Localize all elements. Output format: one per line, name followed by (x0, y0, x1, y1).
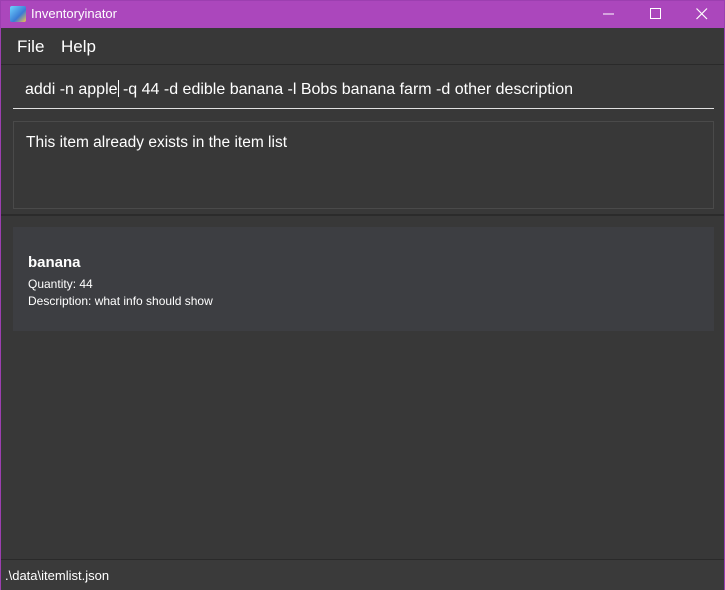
item-quantity: Quantity: 44 (28, 277, 93, 291)
item-description: Description: what info should show (28, 294, 213, 308)
app-window: Inventoryinator File Help addi -n apple … (0, 0, 725, 590)
app-icon (10, 6, 26, 22)
title-bar[interactable]: Inventoryinator (1, 1, 724, 28)
menu-file[interactable]: File (17, 37, 44, 57)
command-text-before-caret: addi -n apple (25, 81, 118, 98)
command-text: addi -n apple -q 44 -d edible banana -l … (25, 80, 573, 99)
list-item[interactable]: banana Quantity: 44 Description: what in… (13, 227, 714, 331)
item-name: banana (28, 254, 81, 271)
minimize-button[interactable] (586, 1, 632, 28)
close-button[interactable] (679, 1, 725, 28)
status-bar: .\data\itemlist.json (1, 559, 724, 590)
command-input[interactable]: addi -n apple -q 44 -d edible banana -l … (13, 74, 714, 109)
item-list[interactable]: banana Quantity: 44 Description: what in… (1, 216, 724, 559)
maximize-icon (650, 8, 661, 19)
save-file-path: .\data\itemlist.json (5, 568, 110, 583)
maximize-button[interactable] (633, 1, 679, 28)
close-icon (696, 8, 708, 20)
menu-help[interactable]: Help (61, 37, 96, 57)
window-title: Inventoryinator (31, 6, 117, 21)
minimize-icon (603, 13, 614, 15)
command-text-after-caret: -q 44 -d edible banana -l Bobs banana fa… (118, 81, 574, 98)
result-display: This item already exists in the item lis… (13, 121, 714, 209)
result-message: This item already exists in the item lis… (26, 134, 288, 151)
menu-bar: File Help (1, 28, 724, 65)
